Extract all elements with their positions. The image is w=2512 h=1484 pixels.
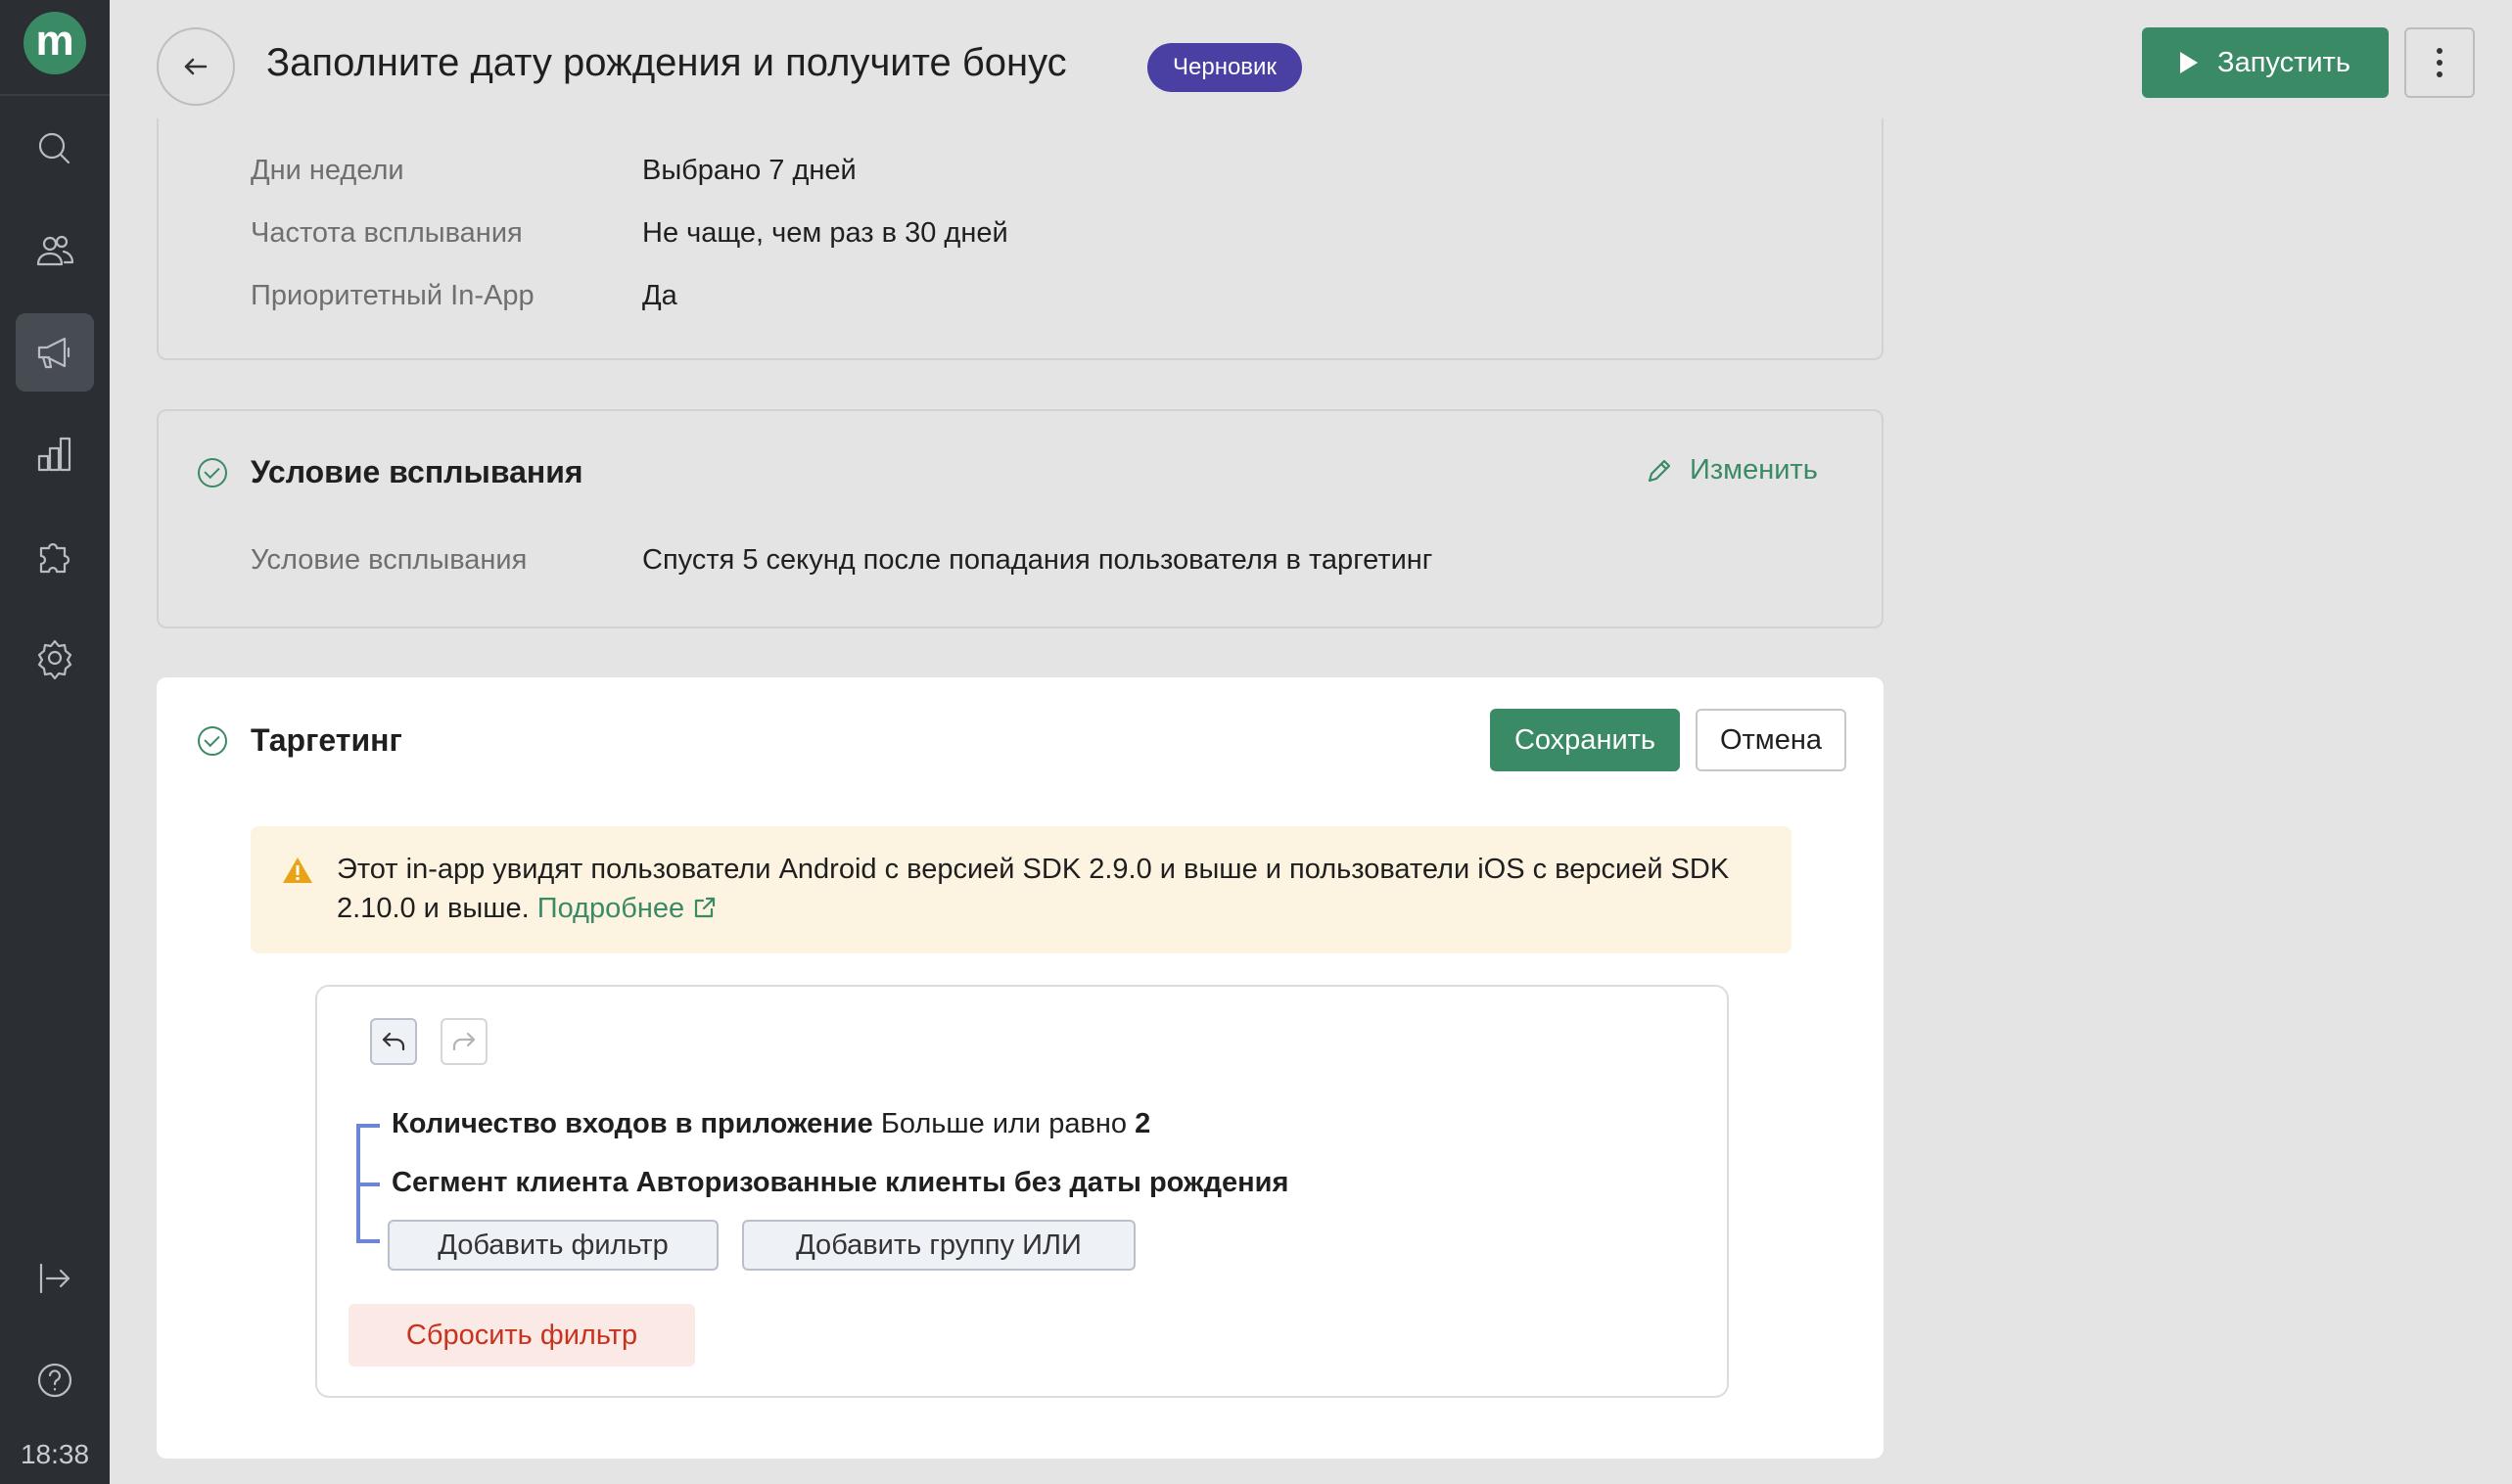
schedule-value: Не чаще, чем раз в 30 дней [642,217,1008,249]
undo-button[interactable] [370,1018,417,1065]
search-icon [38,132,70,164]
run-button[interactable]: Запустить [2142,27,2389,98]
add-or-group-button[interactable]: Добавить группу ИЛИ [742,1220,1136,1271]
trigger-title: Условие всплывания [251,454,583,489]
condition-connector [356,1239,380,1243]
pencil-icon [1648,459,1671,482]
more-options-button[interactable] [2404,27,2475,98]
more-dot [2437,60,2442,66]
arrow-left-icon [184,58,208,75]
sidebar-item-analytics[interactable] [16,415,94,493]
page-title: Заполните дату рождения и получите бонус [266,41,1067,84]
cancel-button[interactable]: Отмена [1696,709,1846,771]
warning-icon [283,858,312,883]
redo-icon [452,1032,476,1051]
redo-button[interactable] [441,1018,488,1065]
filter-builder: Количество входов в приложение Больше ил… [315,985,1729,1398]
sidebar-divider [0,94,110,96]
schedule-label: Дни недели [251,155,404,186]
reset-filter-button[interactable]: Сбросить фильтр [349,1304,695,1367]
run-button-label: Запустить [2217,46,2350,78]
trigger-label: Условие всплывания [251,544,528,576]
external-link-icon [692,892,718,918]
status-badge: Черновик [1147,43,1302,92]
condition-value: 2 [1135,1108,1151,1139]
condition-field: Количество входов в приложение [392,1108,873,1139]
sidebar-item-settings[interactable] [16,619,94,697]
back-button[interactable] [157,27,235,106]
play-icon [2180,52,2199,73]
edit-trigger-button[interactable]: Изменить [1645,454,1818,487]
sidebar-item-logout[interactable] [16,1239,94,1318]
targeting-title: Таргетинг [251,722,402,758]
more-dot [2437,71,2442,77]
sidebar-item-campaigns[interactable] [16,313,94,392]
condition-field: Сегмент клиента [392,1167,628,1198]
sdk-warning: Этот in-app увидят пользователи Android … [251,826,1791,953]
sidebar-bottom: 18:38 [0,1216,110,1484]
filter-condition[interactable]: Сегмент клиента Авторизованные клиенты б… [392,1167,1288,1199]
schedule-value: Да [642,280,677,311]
more-info-link[interactable]: Подробнее [537,893,718,924]
undo-icon [382,1032,405,1051]
sidebar-item-search[interactable] [16,110,94,188]
add-filter-button[interactable]: Добавить фильтр [388,1220,719,1271]
sidebar-item-help[interactable] [16,1341,94,1419]
help-icon [37,1363,72,1398]
more-dot [2437,48,2442,54]
schedule-label: Приоритетный In-App [251,280,535,311]
megaphone-icon [37,337,70,369]
condition-connector [356,1124,380,1128]
sidebar-item-customers[interactable] [16,211,94,290]
clock: 18:38 [20,1439,90,1469]
gear-icon [37,639,72,679]
schedule-card: Дни недели Выбрано 7 дней Частота всплыв… [157,117,1884,360]
check-circle-icon [198,458,227,487]
trigger-card: Условие всплывания Изменить Условие вспл… [157,409,1884,628]
filter-condition[interactable]: Количество входов в приложение Больше ил… [392,1108,1150,1140]
sidebar: m 18:38 [0,0,110,1484]
targeting-card: Таргетинг Сохранить Отмена Этот in-app у… [157,677,1884,1459]
puzzle-icon [39,542,70,574]
trigger-value: Спустя 5 секунд после попадания пользова… [642,544,1433,576]
users-icon [36,235,74,266]
schedule-value: Выбрано 7 дней [642,155,857,186]
logout-icon [39,1263,70,1294]
warning-message: Этот in-app увидят пользователи Android … [337,850,1766,928]
edit-trigger-label: Изменить [1690,454,1818,486]
save-button[interactable]: Сохранить [1490,709,1680,771]
more-info-label: Подробнее [536,893,685,924]
sidebar-item-integrations[interactable] [16,517,94,595]
app-logo[interactable]: m [23,12,86,74]
condition-value: Авторизованные клиенты без даты рождения [635,1167,1289,1198]
condition-connector [356,1183,380,1186]
check-circle-icon [198,726,227,756]
schedule-label: Частота всплывания [251,217,523,249]
analytics-icon [37,437,71,472]
condition-operator: Больше или равно [880,1108,1127,1139]
